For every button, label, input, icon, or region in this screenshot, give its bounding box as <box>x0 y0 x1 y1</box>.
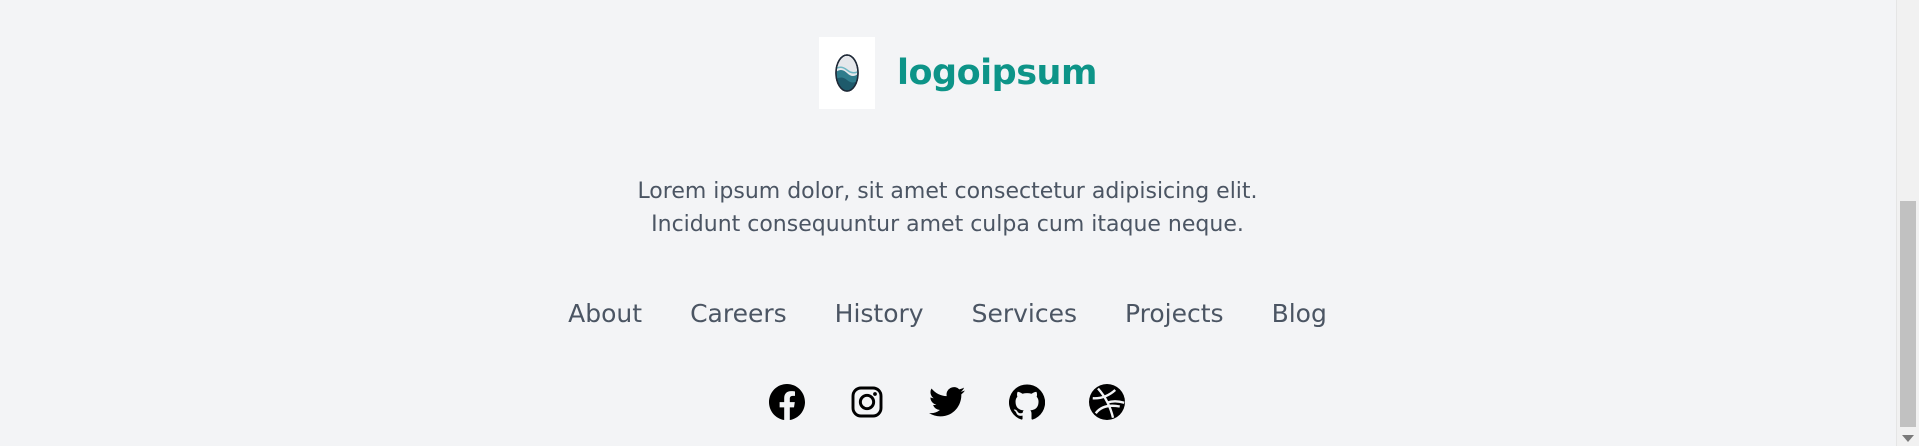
nav-link-projects[interactable]: Projects <box>1125 296 1224 332</box>
footer: logoipsum Lorem ipsum dolor, sit amet co… <box>0 0 1895 446</box>
nav-link-about[interactable]: About <box>568 296 642 332</box>
tagline-line-2: Incidunt consequuntur amet culpa cum ita… <box>651 212 1244 237</box>
brand-logo-link[interactable]: logoipsum <box>819 37 1097 109</box>
logo-icon <box>819 37 875 109</box>
dribbble-icon[interactable] <box>1089 384 1125 420</box>
facebook-icon[interactable] <box>769 384 805 420</box>
nav-link-careers[interactable]: Careers <box>690 296 787 332</box>
vertical-scrollbar[interactable] <box>1896 0 1919 446</box>
nav-link-history[interactable]: History <box>835 296 924 332</box>
nav-link-blog[interactable]: Blog <box>1272 296 1327 332</box>
footer-tagline: Lorem ipsum dolor, sit amet consectetur … <box>0 175 1895 241</box>
page: logoipsum Lorem ipsum dolor, sit amet co… <box>0 0 1919 446</box>
social-links <box>769 384 1125 420</box>
twitter-icon[interactable] <box>929 384 965 420</box>
scrollbar-thumb[interactable] <box>1900 201 1916 427</box>
brand-name: logoipsum <box>897 53 1097 93</box>
scroll-down-arrow-icon[interactable] <box>1902 435 1914 442</box>
footer-nav: About Careers History Services Projects … <box>0 296 1895 332</box>
tagline-line-1: Lorem ipsum dolor, sit amet consectetur … <box>637 179 1258 204</box>
nav-link-services[interactable]: Services <box>972 296 1077 332</box>
github-icon[interactable] <box>1009 384 1045 420</box>
instagram-icon[interactable] <box>849 384 885 420</box>
